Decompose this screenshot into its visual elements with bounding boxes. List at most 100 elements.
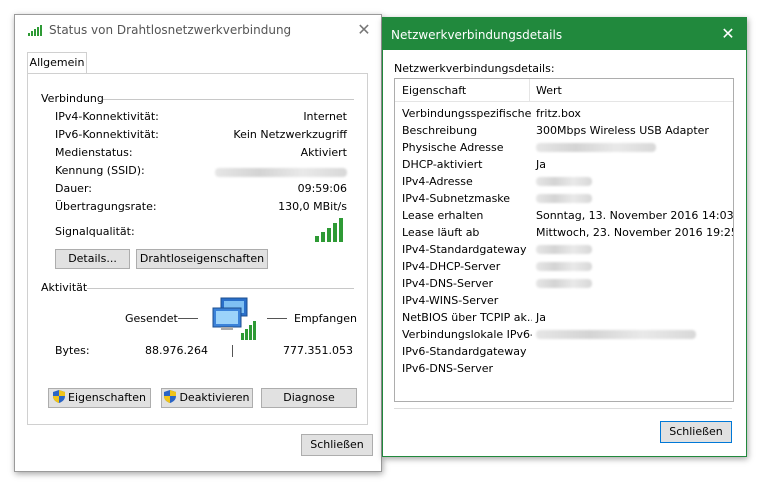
redacted-value <box>536 245 592 254</box>
table-row[interactable]: Beschreibung 300Mbps Wireless USB Adapter <box>395 122 733 139</box>
status-window-titlebar[interactable]: Status von Drahtlosnetzwerkverbindung ✕ <box>15 15 381 45</box>
row-value-duration: 09:59:06 <box>297 182 347 195</box>
row-value: Sonntag, 13. November 2016 14:03:32 <box>536 209 734 222</box>
column-divider <box>529 79 530 101</box>
details-window: Netzwerkverbindungsdetails ✕ Netzwerkver… <box>382 17 747 457</box>
row-property: Lease erhalten <box>402 209 484 222</box>
row-property: IPv6-Standardgateway <box>402 345 527 358</box>
deactivate-button-label: Deaktivieren <box>179 391 250 404</box>
row-property: IPv4-DNS-Server <box>402 277 494 290</box>
table-row[interactable]: IPv4-Standardgateway <box>395 241 733 258</box>
column-header-value[interactable]: Wert <box>536 84 562 97</box>
table-row[interactable]: IPv4-DHCP-Server <box>395 258 733 275</box>
row-value-speed: 130,0 MBit/s <box>278 200 347 213</box>
row-label-signal: Signalqualität: <box>55 225 135 238</box>
status-window-title: Status von Drahtlosnetzwerkverbindung <box>49 23 292 37</box>
column-header-property[interactable]: Eigenschaft <box>402 84 466 97</box>
status-close-button-label: Schließen <box>310 438 364 451</box>
wifi-signal-icon <box>28 25 42 36</box>
section-activity-divider <box>87 288 354 289</box>
row-property: DHCP-aktiviert <box>402 158 483 171</box>
details-button[interactable]: Details... <box>55 249 130 269</box>
row-label-ipv4: IPv4-Konnektivität: <box>55 110 159 123</box>
row-property: IPv4-Adresse <box>402 175 473 188</box>
table-row[interactable]: Verbindungslokale IPv6-... <box>395 326 733 343</box>
listview-rows: Verbindungsspezifisches... fritz.box Besch… <box>395 105 733 401</box>
deactivate-button[interactable]: Deaktivieren <box>161 388 253 408</box>
row-property: Physische Adresse <box>402 141 504 154</box>
row-value: Mittwoch, 23. November 2016 19:25:13 <box>536 226 734 239</box>
section-connection-divider <box>103 99 354 100</box>
table-row[interactable]: Lease erhalten Sonntag, 13. November 2016… <box>395 207 733 224</box>
tab-allgemein-label: Allgemein <box>29 56 85 69</box>
row-label-ipv6: IPv6-Konnektivität: <box>55 128 159 141</box>
row-property: IPv4-Subnetzmaske <box>402 192 511 205</box>
redacted-value <box>536 177 592 186</box>
received-line <box>267 318 287 319</box>
diagnose-button[interactable]: Diagnose <box>261 388 357 408</box>
details-divider <box>394 408 732 409</box>
details-close-button[interactable]: Schließen <box>660 421 732 443</box>
close-icon[interactable]: ✕ <box>717 24 739 44</box>
wireless-properties-button[interactable]: Drahtloseigenschaften <box>136 249 268 269</box>
details-listview[interactable]: Eigenschaft Wert Verbindungsspezifisches… <box>394 78 734 402</box>
row-property: IPv4-DHCP-Server <box>402 260 501 273</box>
row-property: IPv4-WINS-Server <box>402 294 499 307</box>
table-row[interactable]: IPv4-Adresse <box>395 173 733 190</box>
received-label: Empfangen <box>294 312 357 325</box>
table-row[interactable]: IPv4-Subnetzmaske <box>395 190 733 207</box>
table-row[interactable]: Physische Adresse <box>395 139 733 156</box>
row-label-media: Medienstatus: <box>55 146 133 159</box>
row-value: Ja <box>536 311 546 324</box>
uac-shield-icon <box>53 390 66 403</box>
redacted-value <box>536 143 656 152</box>
status-window: Status von Drahtlosnetzwerkverbindung ✕ … <box>14 14 382 472</box>
diagnose-button-label: Diagnose <box>283 391 335 404</box>
row-property: Verbindungsspezifisches... <box>402 107 532 120</box>
network-computers-icon <box>212 297 256 340</box>
details-caption: Netzwerkverbindungsdetails: <box>394 62 555 75</box>
listview-header: Eigenschaft Wert <box>395 79 733 102</box>
sent-label: Gesendet <box>125 312 178 325</box>
row-label-ssid: Kennung (SSID): <box>55 164 145 177</box>
properties-button-label: Eigenschaften <box>68 391 146 404</box>
status-close-button[interactable]: Schließen <box>301 434 373 456</box>
table-row[interactable]: IPv4-WINS-Server <box>395 292 733 309</box>
bytes-label: Bytes: <box>55 344 90 357</box>
section-activity-label: Aktivität <box>41 281 88 294</box>
details-button-label: Details... <box>68 252 117 265</box>
details-window-title: Netzwerkverbindungsdetails <box>391 28 563 42</box>
ssid-redacted <box>215 168 347 177</box>
wireless-properties-button-label: Drahtloseigenschaften <box>139 252 265 265</box>
details-window-titlebar[interactable]: Netzwerkverbindungsdetails ✕ <box>383 18 746 50</box>
sent-line <box>178 318 198 319</box>
row-label-speed: Übertragungsrate: <box>55 200 157 213</box>
table-row[interactable]: IPv6-DNS-Server <box>395 360 733 377</box>
signal-quality-icon <box>315 218 343 242</box>
row-value: 300Mbps Wireless USB Adapter <box>536 124 709 137</box>
row-value: fritz.box <box>536 107 581 120</box>
row-label-duration: Dauer: <box>55 182 92 195</box>
redacted-value <box>536 194 592 203</box>
table-row[interactable]: NetBIOS über TCPIP ak... Ja <box>395 309 733 326</box>
bytes-received-value: 777.351.053 <box>283 344 353 357</box>
row-value: Ja <box>536 158 546 171</box>
bytes-sent-value: 88.976.264 <box>145 344 208 357</box>
table-row[interactable]: Verbindungsspezifisches... fritz.box <box>395 105 733 122</box>
table-row[interactable]: IPv4-DNS-Server <box>395 275 733 292</box>
row-property: Verbindungslokale IPv6-... <box>402 328 532 341</box>
table-row[interactable]: Lease läuft ab Mittwoch, 23. November 201… <box>395 224 733 241</box>
table-row[interactable]: DHCP-aktiviert Ja <box>395 156 733 173</box>
uac-shield-icon <box>164 390 177 403</box>
table-row[interactable]: IPv6-Standardgateway <box>395 343 733 360</box>
row-value-media: Aktiviert <box>300 146 347 159</box>
tab-allgemein[interactable]: Allgemein <box>27 52 87 74</box>
close-icon[interactable]: ✕ <box>353 20 375 40</box>
row-property: IPv6-DNS-Server <box>402 362 494 375</box>
row-value-ipv6: Kein Netzwerkzugriff <box>233 128 347 141</box>
section-connection-label: Verbindung <box>41 92 104 105</box>
row-property: IPv4-Standardgateway <box>402 243 527 256</box>
properties-button[interactable]: Eigenschaften <box>48 388 151 408</box>
details-close-button-label: Schließen <box>669 425 723 438</box>
row-value-ipv4: Internet <box>303 110 347 123</box>
